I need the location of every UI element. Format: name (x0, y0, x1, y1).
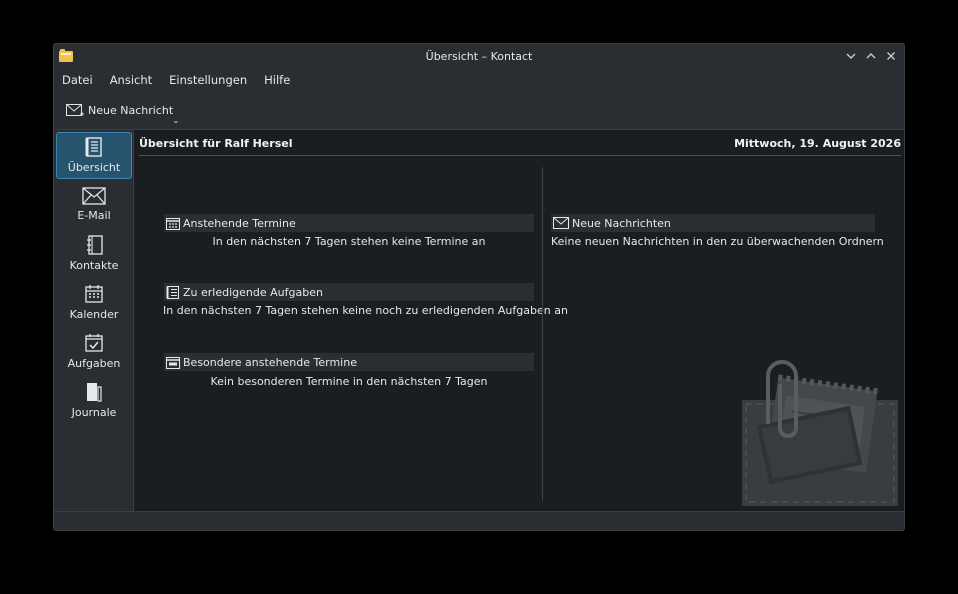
section-special-text: Kein besonderen Termine in den nächsten … (210, 375, 488, 388)
minimize-button[interactable] (843, 48, 859, 64)
title-bar[interactable]: Übersicht – Kontact (54, 44, 904, 68)
section-appointments-header: Anstehende Termine (164, 214, 534, 232)
summary-date: Mittwoch, 19. August 2026 (734, 137, 901, 150)
close-button[interactable] (883, 48, 899, 64)
calendar-icon (85, 285, 103, 303)
sidebar-item-label: Aufgaben (67, 357, 121, 370)
section-mail-title[interactable]: Neue Nachrichten (572, 217, 671, 230)
section-mail-header: Neue Nachrichten (551, 214, 875, 232)
chevron-up-icon (866, 53, 876, 59)
section-special-header: Besondere anstehende Termine (164, 353, 534, 371)
calendar-small-icon (166, 217, 180, 230)
sidebar-item-label: E-Mail (77, 209, 111, 222)
sidebar-item-overview[interactable]: Übersicht (56, 132, 132, 179)
section-todos-title[interactable]: Zu erledigende Aufgaben (183, 286, 323, 299)
sidebar-item-label: Kalender (69, 308, 119, 321)
sidebar: Übersicht E-Mail Kontakte Kalender Aufga… (54, 130, 134, 513)
menu-bar: Datei Ansicht Einstellungen Hilfe (54, 68, 904, 92)
mail-small-icon (553, 217, 569, 229)
sidebar-item-calendar[interactable]: Kalender (56, 279, 132, 326)
summary-header: Übersicht für Ralf Hersel Mittwoch, 19. … (139, 136, 901, 156)
new-message-button[interactable]: Neue Nachricht ⌄ (66, 103, 179, 125)
section-todos-text: In den nächsten 7 Tagen stehen keine noc… (163, 304, 568, 317)
menu-hilfe[interactable]: Hilfe (264, 73, 290, 87)
kontact-app-icon (59, 49, 73, 62)
overview-icon (85, 137, 102, 157)
sidebar-item-journal[interactable]: Journale (56, 377, 132, 424)
application-window: Übersicht – Kontact Datei Ansicht Einste… (53, 43, 905, 531)
toolbar: Neue Nachricht ⌄ (54, 92, 904, 130)
contacts-icon (87, 235, 103, 255)
sidebar-item-label: Kontakte (69, 259, 119, 272)
dropdown-arrow-icon[interactable]: ⌄ (172, 116, 179, 125)
sidebar-item-email[interactable]: E-Mail (56, 181, 132, 228)
sidebar-item-tasks[interactable]: Aufgaben (56, 328, 132, 375)
mail-icon (82, 187, 106, 205)
summary-view: Übersicht für Ralf Hersel Mittwoch, 19. … (134, 130, 904, 513)
mail-new-icon (66, 103, 84, 116)
sidebar-item-label: Übersicht (67, 161, 121, 174)
chevron-down-icon (846, 53, 856, 59)
menu-einstellungen[interactable]: Einstellungen (169, 73, 247, 87)
section-appointments-title[interactable]: Anstehende Termine (183, 217, 296, 230)
todo-list-icon (166, 285, 179, 299)
section-special-title[interactable]: Besondere anstehende Termine (183, 356, 357, 369)
status-bar (54, 511, 904, 530)
column-divider (542, 167, 543, 501)
menu-datei[interactable]: Datei (62, 73, 93, 87)
section-mail-text: Keine neuen Nachrichten in den zu überwa… (551, 235, 884, 248)
special-dates-icon (166, 356, 180, 369)
menu-ansicht[interactable]: Ansicht (110, 73, 152, 87)
close-icon (887, 52, 895, 60)
window-controls (843, 48, 899, 64)
tasks-icon (85, 334, 103, 352)
sidebar-item-label: Journale (71, 406, 117, 419)
section-todos-header: Zu erledigende Aufgaben (164, 283, 534, 301)
maximize-button[interactable] (863, 48, 879, 64)
section-appointments-text: In den nächsten 7 Tagen stehen keine Ter… (212, 235, 486, 248)
new-message-label: Neue Nachricht (88, 104, 174, 117)
journal-icon (87, 383, 102, 402)
summary-title: Übersicht für Ralf Hersel (139, 137, 293, 150)
sidebar-item-contacts[interactable]: Kontakte (56, 230, 132, 277)
kontact-watermark-icon (742, 360, 898, 506)
window-title: Übersicht – Kontact (425, 49, 533, 63)
